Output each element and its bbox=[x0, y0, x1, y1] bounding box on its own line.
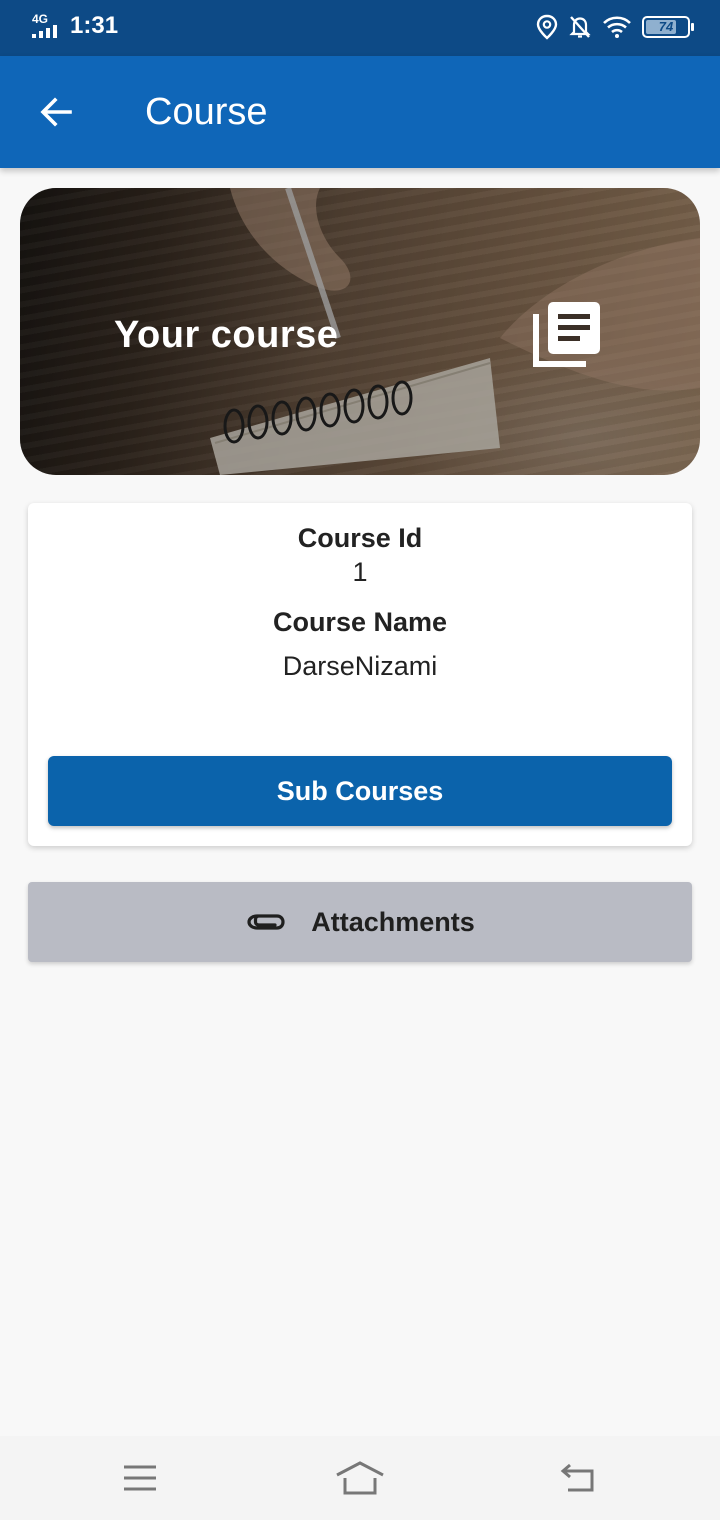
network-type: 4G bbox=[32, 12, 49, 26]
back-arrow-icon bbox=[40, 97, 72, 127]
battery-icon: 74 bbox=[642, 16, 694, 38]
bell-off-icon bbox=[569, 16, 591, 38]
location-icon bbox=[536, 14, 558, 40]
sub-courses-button[interactable]: Sub Courses bbox=[48, 756, 672, 826]
status-left: 4G 1:31 bbox=[30, 12, 118, 40]
back-nav-icon bbox=[560, 1463, 594, 1492]
hero-title: Your course bbox=[114, 314, 339, 356]
hero-banner: Your course bbox=[20, 188, 700, 475]
status-time: 1:31 bbox=[70, 12, 119, 39]
wifi-icon bbox=[603, 16, 631, 38]
course-id-value: 1 bbox=[352, 557, 368, 587]
course-name-value: DarseNizami bbox=[282, 651, 438, 681]
library-books-icon bbox=[533, 302, 600, 367]
status-bar: 4G 1:31 74 bbox=[0, 0, 720, 56]
home-icon bbox=[336, 1461, 384, 1495]
back-button[interactable] bbox=[28, 84, 84, 140]
attachments-button[interactable]: Attachments bbox=[28, 882, 692, 962]
course-id-label: Course Id bbox=[297, 523, 423, 553]
nav-back-button[interactable] bbox=[548, 1456, 608, 1500]
status-right: 74 bbox=[536, 14, 694, 40]
course-name-label: Course Name bbox=[272, 607, 448, 637]
page-title: Course bbox=[145, 91, 268, 133]
signal-icon: 4G bbox=[30, 12, 64, 40]
nav-menu-button[interactable] bbox=[110, 1456, 170, 1500]
nav-home-button[interactable] bbox=[330, 1456, 390, 1500]
app-bar: Course bbox=[0, 56, 720, 168]
attachments-label: Attachments bbox=[311, 906, 475, 937]
paperclip-icon bbox=[247, 914, 285, 930]
course-info-card: Course Id 1 Course Name DarseNizami Sub … bbox=[28, 503, 692, 846]
system-nav-bar bbox=[0, 1436, 720, 1520]
menu-icon bbox=[124, 1465, 156, 1491]
battery-level: 74 bbox=[658, 19, 674, 34]
